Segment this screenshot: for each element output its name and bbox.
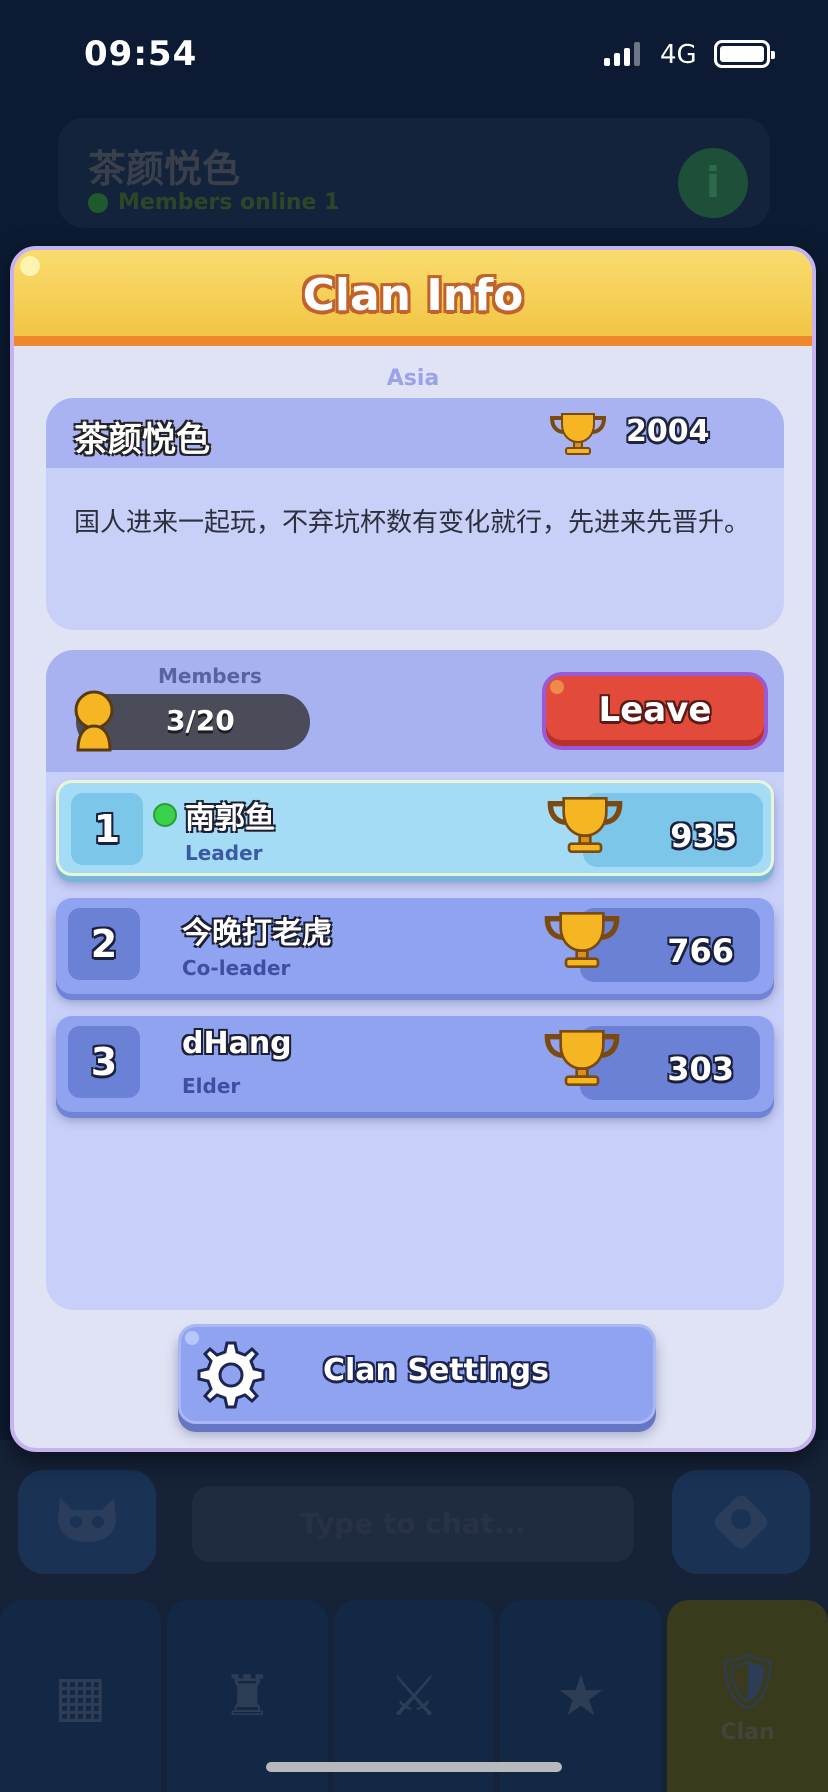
skull-icon [18,1470,156,1574]
clan-region: Asia [386,366,440,391]
member-rank: 2 [68,908,140,980]
clan-description: 国人进来一起玩，不弃坑杯数有变化就行，先进来先晋升。 [74,508,751,538]
gear-icon [197,1341,265,1409]
leave-button[interactable]: Leave [542,672,768,750]
member-rank: 3 [68,1026,140,1098]
trophy-icon [547,797,623,853]
trophy-icon [544,912,620,968]
member-rank: 1 [71,793,143,865]
member-trophies: 935 [670,817,737,855]
clan-info-modal: Clan Info Asia 茶颜悦色 2004 国人进来一起玩，不弃坑杯数有变… [10,246,816,1452]
clan-summary-card: 茶颜悦色 2004 国人进来一起玩，不弃坑杯数有变化就行，先进来先晋升。 [46,398,784,630]
network-label: 4G [660,40,697,70]
status-time: 09:54 [84,34,198,74]
modal-header: Clan Info [14,250,812,346]
member-icon [74,690,114,752]
clan-settings-button[interactable]: Clan Settings [178,1324,656,1424]
clan-icon: 🛡 [712,1648,784,1714]
clan-name: 茶颜悦色 [74,420,210,460]
clan-settings-label: Clan Settings [323,1353,549,1388]
member-row[interactable]: 1 南郭鱼 Leader 935 [56,780,774,876]
home-indicator [266,1762,562,1772]
member-role: Co-leader [182,956,291,980]
member-role: Leader [185,841,263,865]
background-members-online: Members online 1 [88,190,339,215]
member-name: 南郭鱼 [185,801,275,836]
modal-title: Clan Info [302,270,524,321]
member-row[interactable]: 3 dHang Elder 303 [56,1016,774,1112]
nav-tab-clan-label: Clan [720,1719,775,1745]
member-name: 今晚打老虎 [182,916,332,951]
clan-trophy-count: 2004 [626,414,710,449]
status-bar: 09:54 4G [0,0,828,110]
trophy-icon [544,1030,620,1086]
members-label: Members [158,664,262,688]
battery-icon [714,40,775,68]
chat-input: Type to chat... [192,1486,634,1562]
online-status-icon [153,803,177,827]
member-row[interactable]: 2 今晚打老虎 Co-leader 766 [56,898,774,994]
members-count: 3/20 [166,704,235,737]
background-clan-name: 茶颜悦色 [88,147,241,191]
clan-emblem-icon [672,1470,810,1574]
member-trophies: 766 [667,932,734,970]
members-panel: Members 3/20 Leave 1 南郭鱼 Leader 935 2 今晚… [46,650,784,1310]
member-trophies: 303 [667,1050,734,1088]
member-role: Elder [182,1074,241,1098]
nav-tab-clan: 🛡 Clan [667,1600,828,1792]
background-members-online-text: Members online 1 [118,190,340,215]
background-bottom-bar: Type to chat... ▦ ♜ ⚔ ★ 🛡 Clan [0,1440,828,1792]
background-clan-header: 茶颜悦色 Members online 1 i [58,118,770,228]
info-icon: i [678,148,748,218]
signal-icon [604,42,640,66]
nav-tab-map: ▦ [0,1600,161,1792]
member-name: dHang [182,1026,292,1061]
online-dot-icon [88,192,108,213]
trophy-icon [549,413,607,455]
